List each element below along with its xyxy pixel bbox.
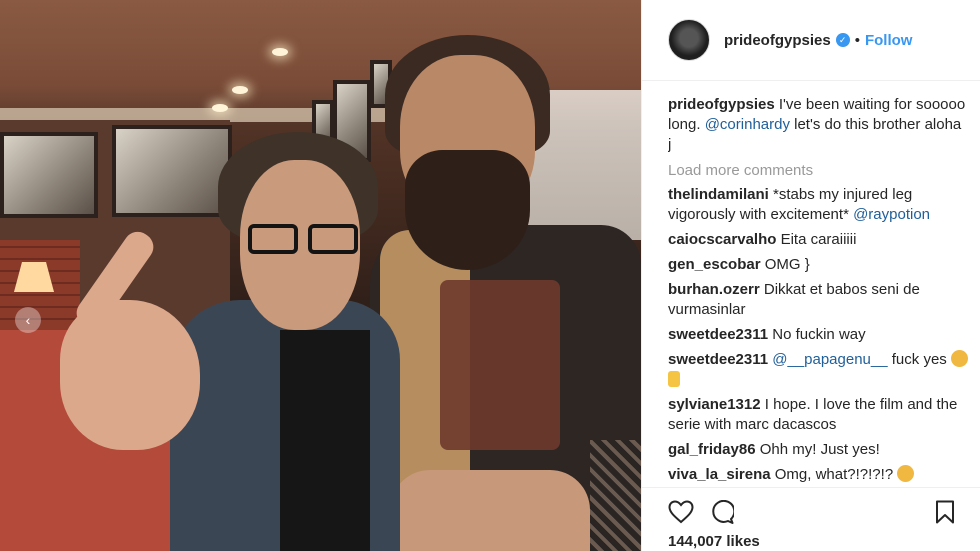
comment-item: sylviane1312 I hope. I love the film and… <box>668 395 968 435</box>
comment-username[interactable]: sylviane1312 <box>668 396 761 413</box>
load-more-comments-button[interactable]: Load more comments <box>668 161 968 181</box>
comment-icon[interactable] <box>710 500 734 524</box>
photo-person-left-tshirt <box>280 330 370 551</box>
likes-count[interactable]: 144,007 likes <box>668 533 955 550</box>
comment-username[interactable]: gal_friday86 <box>668 441 756 458</box>
surprised-emoji-icon <box>897 465 915 482</box>
comment-username[interactable]: caiocscarvalho <box>668 231 776 248</box>
photo-ceiling-light <box>212 104 228 112</box>
header-username[interactable]: prideofgypsies <box>724 32 831 49</box>
comment-text: No fuckin way <box>768 326 866 343</box>
comment-username[interactable]: viva_la_sirena <box>668 466 771 483</box>
comment-username[interactable]: burhan.ozerr <box>668 281 760 298</box>
avatar[interactable] <box>668 19 710 61</box>
photo-ceiling-light <box>232 86 248 94</box>
comment-text: Eita caraiiiii <box>776 231 857 248</box>
comment-text: OMG } <box>760 256 810 273</box>
comment-username[interactable]: gen_escobar <box>668 256 761 273</box>
post-header: prideofgypsies ✓ • Follow <box>642 0 980 81</box>
comment-text: Ohh my! Just yes! <box>755 441 880 458</box>
post-caption: prideofgypsies I've been waiting for soo… <box>668 95 968 155</box>
comment-username[interactable]: thelindamilani <box>668 186 769 203</box>
comment-mention-link[interactable]: @__papagenu__ <box>768 351 887 368</box>
photo-person-right-beard <box>405 150 530 270</box>
photo-rock-hand <box>60 300 200 450</box>
photo-pointing-hand <box>390 470 590 551</box>
comment-item: gen_escobar OMG } <box>668 255 968 275</box>
photo-person-right-shirt-print <box>440 280 560 450</box>
comment-text: fuck yes <box>887 351 951 368</box>
caption-username[interactable]: prideofgypsies <box>668 96 775 113</box>
comment-item: sweetdee2311 @__papagenu__ fuck yes <box>668 350 968 390</box>
comment-item: thelindamilani *stabs my injured leg vig… <box>668 185 968 225</box>
instagram-post: ‹ prideofgypsies ✓ • Follow prideofgypsi… <box>0 0 980 551</box>
comment-mention-link[interactable]: @raypotion <box>853 206 930 223</box>
comment-item: sweetdee2311 No fuckin way <box>668 325 968 345</box>
follow-button[interactable]: Follow <box>865 32 913 49</box>
comments-list[interactable]: prideofgypsies I've been waiting for soo… <box>668 95 968 487</box>
verified-badge-icon: ✓ <box>835 33 850 47</box>
comment-text: Omg, what?!?!?!? <box>770 466 898 483</box>
header-separator: • <box>854 31 860 49</box>
rock-horns-emoji-icon <box>668 371 680 387</box>
photo-tattoo <box>590 440 641 551</box>
photo-picture-frame <box>0 132 98 218</box>
heart-icon[interactable] <box>668 500 694 524</box>
post-side-panel: prideofgypsies ✓ • Follow prideofgypsies… <box>641 0 980 551</box>
caption-mention-link[interactable]: @corinhardy <box>705 116 790 133</box>
photo-glasses <box>248 224 360 254</box>
comment-username[interactable]: sweetdee2311 <box>668 326 768 343</box>
photo-picture-frame <box>112 125 232 217</box>
action-icon-row <box>668 500 955 524</box>
comment-item: caiocscarvalho Eita caraiiiii <box>668 230 968 250</box>
post-actions: 144,007 likes <box>642 487 980 550</box>
comment-item: burhan.ozerr Dikkat et babos seni de vur… <box>668 280 968 320</box>
cowboy-emoji-icon <box>950 350 968 367</box>
bookmark-icon[interactable] <box>935 500 955 524</box>
post-photo[interactable]: ‹ <box>0 0 641 551</box>
previous-photo-button[interactable]: ‹ <box>15 307 41 333</box>
comment-item: viva_la_sirena Omg, what?!?!?!? <box>668 465 968 485</box>
comment-username[interactable]: sweetdee2311 <box>668 351 768 368</box>
comment-item: gal_friday86 Ohh my! Just yes! <box>668 440 968 460</box>
photo-ceiling-light <box>272 48 288 56</box>
